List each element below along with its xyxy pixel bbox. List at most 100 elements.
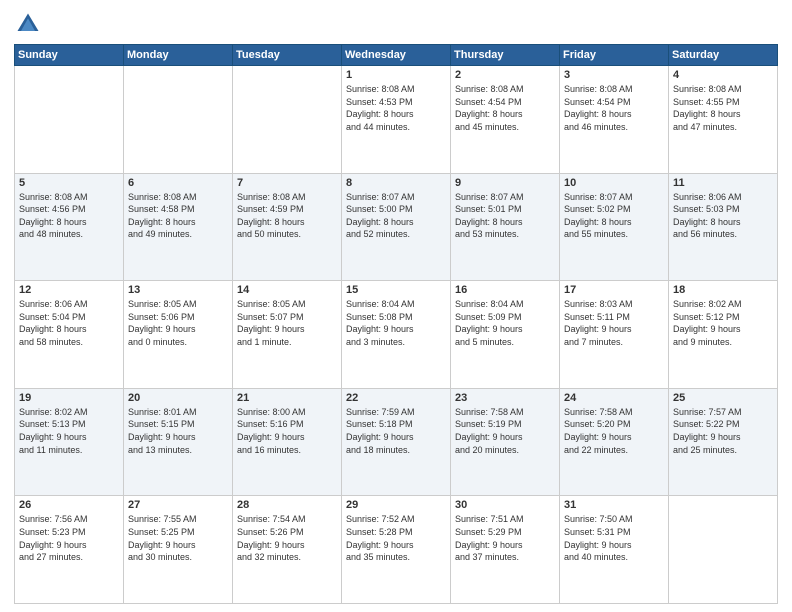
calendar-cell: 11 Sunrise: 8:06 AMSunset: 5:03 PMDayligh…	[669, 173, 778, 281]
day-number: 28	[237, 499, 337, 511]
calendar-cell: 28 Sunrise: 7:54 AMSunset: 5:26 PMDayligh…	[233, 496, 342, 604]
day-info: Sunrise: 7:51 AMSunset: 5:29 PMDaylight:…	[455, 513, 555, 563]
day-info: Sunrise: 8:05 AMSunset: 5:07 PMDaylight:…	[237, 298, 337, 348]
day-number: 6	[128, 177, 228, 189]
calendar-cell: 30 Sunrise: 7:51 AMSunset: 5:29 PMDayligh…	[451, 496, 560, 604]
calendar-week-row: 5 Sunrise: 8:08 AMSunset: 4:56 PMDaylight…	[15, 173, 778, 281]
calendar-week-row: 26Sunrise: 7:56 AMSunset: 5:23 PMDayligh…	[15, 496, 778, 604]
day-info: Sunrise: 8:07 AMSunset: 5:00 PMDaylight:…	[346, 191, 446, 241]
weekday-header-thursday: Thursday	[451, 45, 560, 66]
weekday-header-tuesday: Tuesday	[233, 45, 342, 66]
day-info: Sunrise: 8:08 AMSunset: 4:59 PMDaylight:…	[237, 191, 337, 241]
calendar-cell: 10 Sunrise: 8:07 AMSunset: 5:02 PMDayligh…	[560, 173, 669, 281]
calendar-cell	[124, 66, 233, 174]
day-info: Sunrise: 8:06 AMSunset: 5:04 PMDaylight:…	[19, 298, 119, 348]
calendar-week-row: 1 Sunrise: 8:08 AMSunset: 4:53 PMDaylight…	[15, 66, 778, 174]
calendar-cell: 22 Sunrise: 7:59 AMSunset: 5:18 PMDayligh…	[342, 388, 451, 496]
day-info: Sunrise: 8:08 AMSunset: 4:56 PMDaylight:…	[19, 191, 119, 241]
day-number: 1	[346, 69, 446, 81]
day-number: 3	[564, 69, 664, 81]
day-number: 19	[19, 392, 119, 404]
page: SundayMondayTuesdayWednesdayThursdayFrid…	[0, 0, 792, 612]
calendar-week-row: 19 Sunrise: 8:02 AMSunset: 5:13 PMDayligh…	[15, 388, 778, 496]
day-info: Sunrise: 8:08 AMSunset: 4:54 PMDaylight:…	[455, 83, 555, 133]
day-info: Sunrise: 7:52 AMSunset: 5:28 PMDaylight:…	[346, 513, 446, 563]
day-number: 15	[346, 284, 446, 296]
weekday-header-sunday: Sunday	[15, 45, 124, 66]
day-number: 27	[128, 499, 228, 511]
calendar-cell: 8 Sunrise: 8:07 AMSunset: 5:00 PMDaylight…	[342, 173, 451, 281]
day-info: Sunrise: 8:02 AMSunset: 5:13 PMDaylight:…	[19, 406, 119, 456]
calendar-cell: 31 Sunrise: 7:50 AMSunset: 5:31 PMDayligh…	[560, 496, 669, 604]
calendar-cell: 27 Sunrise: 7:55 AMSunset: 5:25 PMDayligh…	[124, 496, 233, 604]
day-number: 17	[564, 284, 664, 296]
day-info: Sunrise: 8:08 AMSunset: 4:54 PMDaylight:…	[564, 83, 664, 133]
weekday-header-friday: Friday	[560, 45, 669, 66]
day-number: 12	[19, 284, 119, 296]
calendar-cell	[669, 496, 778, 604]
day-info: Sunrise: 8:07 AMSunset: 5:01 PMDaylight:…	[455, 191, 555, 241]
day-number: 4	[673, 69, 773, 81]
day-info: Sunrise: 8:04 AMSunset: 5:09 PMDaylight:…	[455, 298, 555, 348]
calendar-cell: 17 Sunrise: 8:03 AMSunset: 5:11 PMDayligh…	[560, 281, 669, 389]
day-info: Sunrise: 7:50 AMSunset: 5:31 PMDaylight:…	[564, 513, 664, 563]
header	[14, 10, 778, 38]
day-info: Sunrise: 7:54 AMSunset: 5:26 PMDaylight:…	[237, 513, 337, 563]
day-info: Sunrise: 7:57 AMSunset: 5:22 PMDaylight:…	[673, 406, 773, 456]
day-number: 16	[455, 284, 555, 296]
day-number: 8	[346, 177, 446, 189]
day-info: Sunrise: 7:58 AMSunset: 5:20 PMDaylight:…	[564, 406, 664, 456]
calendar-table: SundayMondayTuesdayWednesdayThursdayFrid…	[14, 44, 778, 604]
calendar-cell: 25Sunrise: 7:57 AMSunset: 5:22 PMDayligh…	[669, 388, 778, 496]
calendar-cell: 9 Sunrise: 8:07 AMSunset: 5:01 PMDaylight…	[451, 173, 560, 281]
day-info: Sunrise: 7:56 AMSunset: 5:23 PMDaylight:…	[19, 513, 119, 563]
calendar-cell: 7 Sunrise: 8:08 AMSunset: 4:59 PMDaylight…	[233, 173, 342, 281]
day-number: 5	[19, 177, 119, 189]
day-number: 13	[128, 284, 228, 296]
day-number: 24	[564, 392, 664, 404]
calendar-cell: 5 Sunrise: 8:08 AMSunset: 4:56 PMDaylight…	[15, 173, 124, 281]
day-number: 9	[455, 177, 555, 189]
calendar-cell: 15Sunrise: 8:04 AMSunset: 5:08 PMDayligh…	[342, 281, 451, 389]
calendar-week-row: 12 Sunrise: 8:06 AMSunset: 5:04 PMDayligh…	[15, 281, 778, 389]
day-number: 2	[455, 69, 555, 81]
day-number: 30	[455, 499, 555, 511]
day-number: 29	[346, 499, 446, 511]
day-number: 21	[237, 392, 337, 404]
weekday-header-monday: Monday	[124, 45, 233, 66]
day-info: Sunrise: 8:08 AMSunset: 4:53 PMDaylight:…	[346, 83, 446, 133]
calendar-cell: 29 Sunrise: 7:52 AMSunset: 5:28 PMDayligh…	[342, 496, 451, 604]
day-number: 11	[673, 177, 773, 189]
day-number: 31	[564, 499, 664, 511]
day-info: Sunrise: 8:01 AMSunset: 5:15 PMDaylight:…	[128, 406, 228, 456]
calendar-cell	[233, 66, 342, 174]
day-number: 10	[564, 177, 664, 189]
day-info: Sunrise: 8:05 AMSunset: 5:06 PMDaylight:…	[128, 298, 228, 348]
day-info: Sunrise: 8:00 AMSunset: 5:16 PMDaylight:…	[237, 406, 337, 456]
day-number: 18	[673, 284, 773, 296]
weekday-header-row: SundayMondayTuesdayWednesdayThursdayFrid…	[15, 45, 778, 66]
calendar-cell: 23 Sunrise: 7:58 AMSunset: 5:19 PMDayligh…	[451, 388, 560, 496]
weekday-header-wednesday: Wednesday	[342, 45, 451, 66]
calendar-cell: 26Sunrise: 7:56 AMSunset: 5:23 PMDayligh…	[15, 496, 124, 604]
day-number: 14	[237, 284, 337, 296]
calendar-cell: 14 Sunrise: 8:05 AMSunset: 5:07 PMDayligh…	[233, 281, 342, 389]
day-info: Sunrise: 8:06 AMSunset: 5:03 PMDaylight:…	[673, 191, 773, 241]
calendar-cell: 4Sunrise: 8:08 AMSunset: 4:55 PMDaylight…	[669, 66, 778, 174]
calendar-cell: 12 Sunrise: 8:06 AMSunset: 5:04 PMDayligh…	[15, 281, 124, 389]
day-info: Sunrise: 7:58 AMSunset: 5:19 PMDaylight:…	[455, 406, 555, 456]
day-number: 23	[455, 392, 555, 404]
day-info: Sunrise: 8:08 AMSunset: 4:58 PMDaylight:…	[128, 191, 228, 241]
day-info: Sunrise: 8:02 AMSunset: 5:12 PMDaylight:…	[673, 298, 773, 348]
day-info: Sunrise: 8:07 AMSunset: 5:02 PMDaylight:…	[564, 191, 664, 241]
calendar-cell: 18 Sunrise: 8:02 AMSunset: 5:12 PMDayligh…	[669, 281, 778, 389]
day-info: Sunrise: 7:59 AMSunset: 5:18 PMDaylight:…	[346, 406, 446, 456]
calendar-cell: 3 Sunrise: 8:08 AMSunset: 4:54 PMDaylight…	[560, 66, 669, 174]
weekday-header-saturday: Saturday	[669, 45, 778, 66]
day-number: 22	[346, 392, 446, 404]
day-number: 7	[237, 177, 337, 189]
day-info: Sunrise: 7:55 AMSunset: 5:25 PMDaylight:…	[128, 513, 228, 563]
calendar-cell	[15, 66, 124, 174]
day-info: Sunrise: 8:03 AMSunset: 5:11 PMDaylight:…	[564, 298, 664, 348]
logo-icon	[14, 10, 42, 38]
